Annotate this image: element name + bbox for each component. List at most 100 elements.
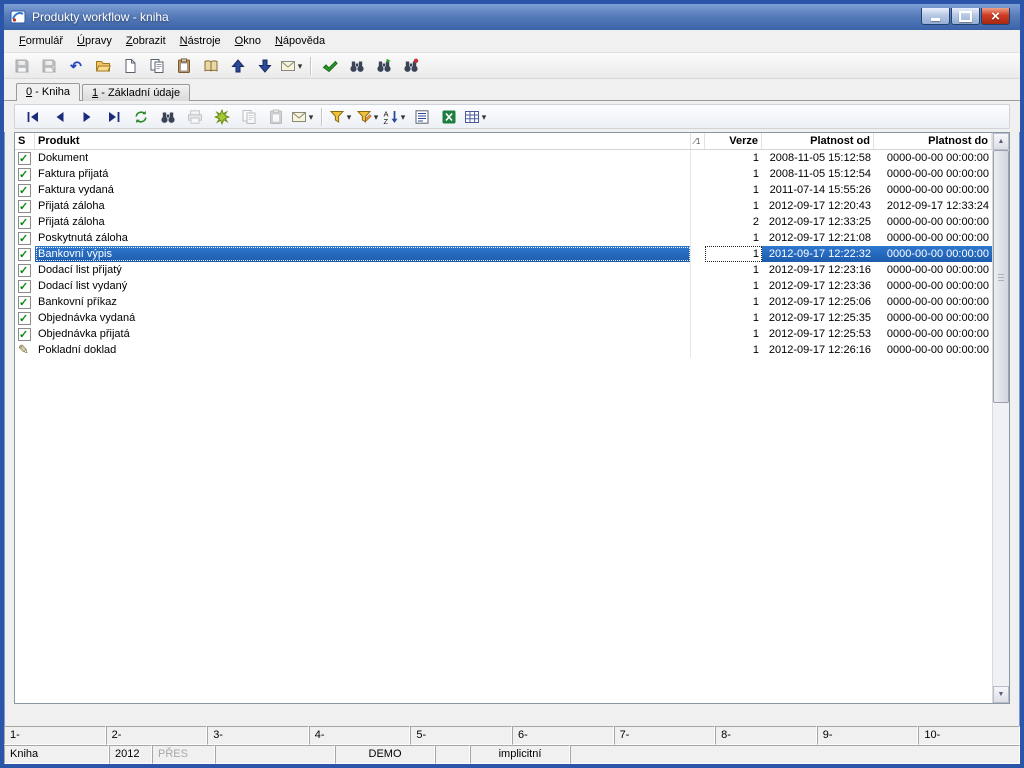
grid-row[interactable]: Faktura přijatá 1 2008-11-05 15:12:54 0000-… xyxy=(15,166,992,182)
grid-row[interactable]: Bankovní příkaz 1 2012-09-17 12:25:06 0000-… xyxy=(15,294,992,310)
grid-row[interactable]: Objednávka přijatá 1 2012-09-17 12:25:53 00… xyxy=(15,326,992,342)
grid-row[interactable]: Objednávka vydaná 1 2012-09-17 12:25:35 000… xyxy=(15,310,992,326)
nav-prev-button[interactable] xyxy=(47,106,73,128)
table-view-button[interactable] xyxy=(463,106,489,128)
filter-edit-button[interactable] xyxy=(355,106,381,128)
status-cell-empty-4 xyxy=(215,745,335,764)
status-checked-icon[interactable] xyxy=(18,199,31,214)
book-button[interactable] xyxy=(198,55,224,77)
column-header-verze[interactable]: Verze xyxy=(705,133,762,149)
status-checked-icon[interactable] xyxy=(18,231,31,246)
dropdown-arrow-icon xyxy=(345,111,353,123)
status-checked-icon[interactable] xyxy=(18,295,31,310)
grid-row[interactable]: Přijatá záloha 1 2012-09-17 12:20:43 2012-0… xyxy=(15,198,992,214)
mail-button[interactable] xyxy=(279,55,305,77)
platnost-od-cell: 2011-07-14 15:55:26 xyxy=(769,184,871,196)
move-up-button[interactable] xyxy=(225,55,251,77)
tab-1-zakladni-udaje[interactable]: 1 - Základní údaje xyxy=(82,84,191,101)
status-checked-icon[interactable] xyxy=(18,167,31,182)
status-checked-icon[interactable] xyxy=(18,215,31,230)
status-checked-icon[interactable] xyxy=(18,327,31,342)
summary-icon xyxy=(414,109,430,125)
sort-cell xyxy=(691,214,705,230)
find-button[interactable] xyxy=(344,55,370,77)
grid-row[interactable]: Pokladní doklad 1 2012-09-17 12:26:16 0000-… xyxy=(15,342,992,358)
platnost-od-cell: 2012-09-17 12:22:32 xyxy=(762,246,874,262)
excel-button[interactable] xyxy=(436,106,462,128)
menu-item-upravy[interactable]: Úpravy xyxy=(70,32,119,50)
nav-next-button[interactable] xyxy=(74,106,100,128)
copy-button[interactable] xyxy=(144,55,170,77)
product-cell: Faktura vydaná xyxy=(35,182,691,198)
status-edit-icon[interactable] xyxy=(18,345,29,357)
scroll-up-icon[interactable] xyxy=(993,133,1009,150)
status-checked-icon[interactable] xyxy=(18,279,31,294)
star-icon xyxy=(214,108,230,125)
grid-toolbar-panel: AZ xyxy=(4,101,1020,132)
menu-item-zobrazit[interactable]: Zobrazit xyxy=(119,32,173,50)
tab-0-kniha[interactable]: 0 - Kniha xyxy=(16,83,81,101)
vertical-scrollbar[interactable] xyxy=(992,133,1009,703)
star-button[interactable] xyxy=(209,106,235,128)
refresh-button[interactable] xyxy=(128,106,154,128)
column-header-s[interactable]: S xyxy=(15,133,35,149)
close-button[interactable] xyxy=(981,8,1010,25)
product-cell: Přijatá záloha xyxy=(35,198,691,214)
grid-row[interactable]: Faktura vydaná 1 2011-07-14 15:55:26 0000-0… xyxy=(15,182,992,198)
grid-row[interactable]: Poskytnutá záloha 1 2012-09-17 12:21:08 000… xyxy=(15,230,992,246)
dropdown-arrow-icon xyxy=(372,111,380,123)
move-down-button[interactable] xyxy=(252,55,278,77)
platnost-do-cell: 0000-00-00 00:00:00 xyxy=(886,184,989,196)
minimize-button[interactable] xyxy=(921,8,950,25)
filter-edit-icon xyxy=(356,109,372,125)
column-header-platnost-do[interactable]: Platnost do xyxy=(874,133,992,149)
status-checked-icon[interactable] xyxy=(18,311,31,326)
status-checked-icon[interactable] xyxy=(18,151,31,166)
run-button[interactable] xyxy=(317,55,343,77)
sort-az-button[interactable]: AZ xyxy=(382,106,408,128)
grid-row[interactable]: Bankovní výpis 12012-09-17 12:22:320000-0… xyxy=(15,246,992,262)
mail-button[interactable] xyxy=(290,106,316,128)
summary-button[interactable] xyxy=(409,106,435,128)
maximize-button[interactable] xyxy=(951,8,980,25)
new-document-button[interactable] xyxy=(117,55,143,77)
product-grid: S Produkt 1 Verze Platnost od Platnost d… xyxy=(14,132,1010,704)
column-header-platnost-od[interactable]: Platnost od xyxy=(762,133,874,149)
menu-item-formular[interactable]: Formulář xyxy=(12,32,70,50)
status-cell-empty-6 xyxy=(435,745,470,764)
filter-button[interactable] xyxy=(328,106,354,128)
status-checked-icon[interactable] xyxy=(18,263,31,278)
grid-row[interactable]: Přijatá záloha 2 2012-09-17 12:33:25 0000-0… xyxy=(15,214,992,230)
scrollbar-thumb[interactable] xyxy=(993,150,1009,403)
open-folder-button[interactable] xyxy=(90,55,116,77)
find-next-button[interactable] xyxy=(371,55,397,77)
refresh-icon xyxy=(133,109,149,125)
status-field-6: 6- xyxy=(511,726,614,745)
nav-last-button[interactable] xyxy=(101,106,127,128)
column-header-produkt[interactable]: Produkt xyxy=(35,133,691,149)
find-special-button[interactable] xyxy=(398,55,424,77)
status-checked-icon[interactable] xyxy=(18,183,31,198)
sort-cell xyxy=(691,150,705,166)
status-cell-empty-8 xyxy=(570,745,1020,764)
sort-indicator-column[interactable]: 1 xyxy=(691,133,705,149)
grid-row[interactable]: Dodací list vydaný 1 2012-09-17 12:23:36 00… xyxy=(15,278,992,294)
paste-button[interactable] xyxy=(171,55,197,77)
undo-button[interactable]: ↶ xyxy=(63,55,89,77)
grid-toolbar: AZ xyxy=(14,104,1010,129)
menu-item-okno[interactable]: Okno xyxy=(228,32,268,50)
sort-cell xyxy=(691,342,705,358)
dropdown-arrow-icon xyxy=(399,111,407,123)
menu-item-nastroje[interactable]: Nástroje xyxy=(173,32,228,50)
app-window: Produkty workflow - kniha FormulářÚpravy… xyxy=(0,0,1024,768)
app-icon xyxy=(10,9,26,25)
toolbar-separator xyxy=(310,56,312,75)
grid-row[interactable]: Dokument 1 2008-11-05 15:12:58 0000-00-00 0… xyxy=(15,150,992,166)
grid-row[interactable]: Dodací list přijatý 1 2012-09-17 12:23:16 0… xyxy=(15,262,992,278)
status-checked-icon[interactable] xyxy=(18,247,31,262)
print-button xyxy=(182,106,208,128)
find-button[interactable] xyxy=(155,106,181,128)
menu-item-napoveda[interactable]: Nápověda xyxy=(268,32,332,50)
nav-first-button[interactable] xyxy=(20,106,46,128)
scroll-down-icon[interactable] xyxy=(993,686,1009,703)
